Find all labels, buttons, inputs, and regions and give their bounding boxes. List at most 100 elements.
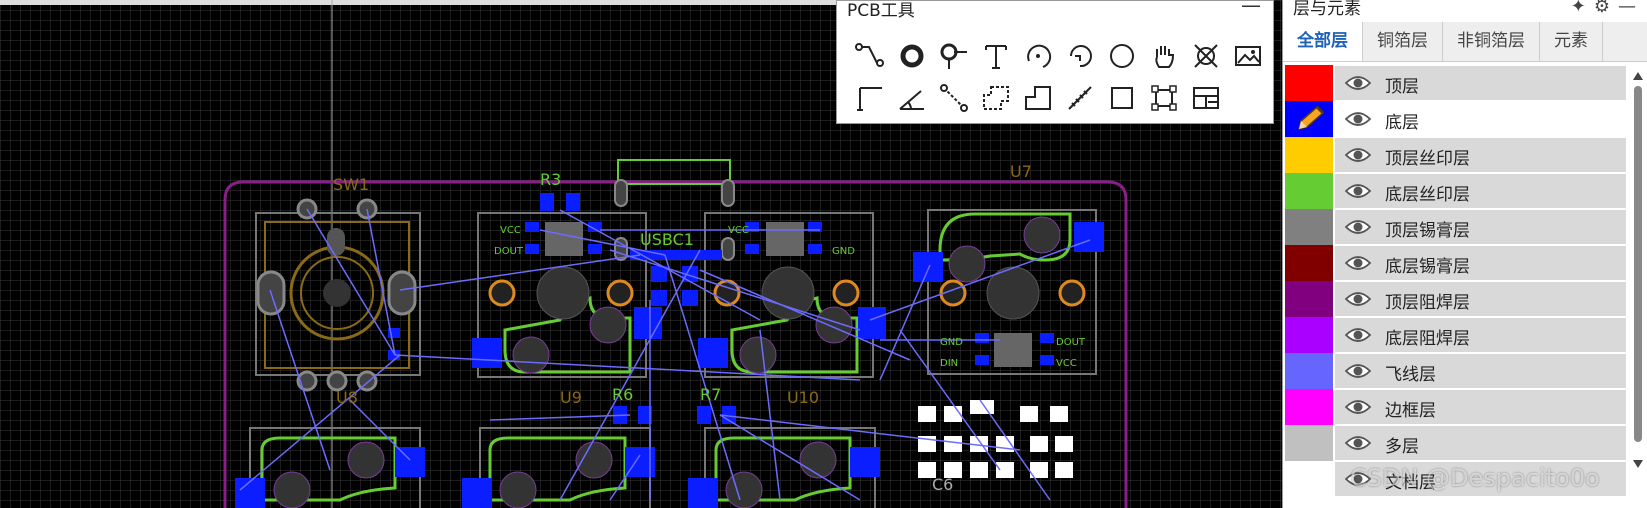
copper-pour-icon <box>1194 44 1218 68</box>
layout-tool-button[interactable] <box>1187 79 1225 117</box>
label-r6: R6 <box>612 385 633 404</box>
layers-panel: 层与元素 ✦⚙— 全部层 铜箔层 非铜箔层 元素 顶层 底层 顶层丝印层 底层丝印层顶… <box>1282 0 1647 508</box>
layer-row[interactable]: 底层 <box>1283 101 1626 137</box>
ruler <box>0 0 836 5</box>
layer-color-swatch[interactable] <box>1285 389 1333 425</box>
layer-row[interactable]: 边框层 <box>1283 389 1626 425</box>
measure-tool-button[interactable] <box>1061 79 1099 117</box>
layer-color-swatch[interactable] <box>1285 425 1333 461</box>
layer-color-swatch[interactable] <box>1285 317 1333 353</box>
eye-icon[interactable] <box>1345 74 1371 92</box>
layer-color-swatch[interactable] <box>1285 353 1333 389</box>
arc-icon <box>1070 45 1092 68</box>
text-tool-button[interactable] <box>977 37 1015 75</box>
layer-row[interactable]: 顶层 <box>1283 65 1626 101</box>
pin-dout-u9: DOUT <box>494 246 524 257</box>
eye-icon[interactable] <box>1345 146 1371 164</box>
layer-row[interactable]: 底层丝印层 <box>1283 173 1626 209</box>
layer-row[interactable]: 多层 <box>1283 425 1626 461</box>
layer-color-swatch[interactable] <box>1285 245 1333 281</box>
rectangle-icon <box>1111 87 1133 109</box>
eye-icon[interactable] <box>1345 290 1371 308</box>
label-u7: U7 <box>1010 162 1032 181</box>
eye-icon[interactable] <box>1345 110 1371 128</box>
image-tool-button[interactable] <box>1229 37 1267 75</box>
layer-row-body[interactable]: 多层 <box>1335 426 1626 460</box>
angle-tool-button[interactable] <box>893 79 931 117</box>
eye-icon[interactable] <box>1345 398 1371 416</box>
layer-row-body[interactable]: 顶层阻焊层 <box>1335 282 1626 316</box>
circle-tool-button[interactable] <box>1103 37 1141 75</box>
pin-gnd-u7: GND <box>940 337 963 348</box>
label-usbc1: USBC1 <box>640 230 694 249</box>
pin-icon[interactable]: ✦ <box>1571 0 1594 17</box>
layer-row[interactable]: 底层阻焊层 <box>1283 317 1626 353</box>
eye-icon[interactable] <box>1345 362 1371 380</box>
pad-tool-button[interactable] <box>893 37 931 75</box>
tab-non-copper-layers[interactable]: 非铜箔层 <box>1443 22 1540 61</box>
layer-name: 底层锡膏层 <box>1385 257 1470 277</box>
layer-row[interactable]: 顶层阻焊层 <box>1283 281 1626 317</box>
pcb-tools-panel: PCB工具 — <box>836 0 1274 124</box>
watermark: CSDN @Despacito0o <box>1350 464 1600 492</box>
layer-row[interactable]: 飞线层 <box>1283 353 1626 389</box>
tools-panel-title: PCB工具 <box>847 1 915 21</box>
eye-icon[interactable] <box>1345 254 1371 272</box>
layer-color-swatch[interactable] <box>1285 65 1333 101</box>
eye-icon[interactable] <box>1345 326 1371 344</box>
label-r7: R7 <box>700 385 721 404</box>
layer-scrollbar[interactable] <box>1632 72 1644 468</box>
layer-color-swatch[interactable] <box>1285 461 1333 497</box>
pin-vcc-u10: VCC <box>728 225 749 236</box>
layer-color-swatch[interactable] <box>1285 101 1333 137</box>
layer-row-body[interactable]: 底层 <box>1335 102 1626 136</box>
pan-tool-button[interactable] <box>1145 37 1183 75</box>
layer-row-body[interactable]: 顶层丝印层 <box>1335 138 1626 172</box>
layer-color-swatch[interactable] <box>1285 281 1333 317</box>
dimension-icon <box>857 87 882 111</box>
layer-row[interactable]: 顶层丝印层 <box>1283 137 1626 173</box>
layer-row-body[interactable]: 底层锡膏层 <box>1335 246 1626 280</box>
gear-icon[interactable]: ⚙ <box>1594 0 1618 17</box>
group-tool-button[interactable] <box>1145 79 1183 117</box>
layer-name: 顶层锡膏层 <box>1385 221 1470 241</box>
layer-row-body[interactable]: 底层丝印层 <box>1335 174 1626 208</box>
tab-all-layers[interactable]: 全部层 <box>1283 22 1363 61</box>
dimension-tool-button[interactable] <box>851 79 889 117</box>
image-icon <box>1235 46 1261 66</box>
solid-region-tool-button[interactable] <box>1019 79 1057 117</box>
eye-icon[interactable] <box>1345 218 1371 236</box>
via-tool-button[interactable] <box>935 37 973 75</box>
minimize-icon[interactable]: — <box>1618 0 1644 17</box>
pin-gnd-u10: GND <box>832 246 855 257</box>
layer-row-body[interactable]: 边框层 <box>1335 390 1626 424</box>
circle-icon <box>1110 44 1134 68</box>
layers-panel-title: 层与元素 <box>1293 0 1361 19</box>
layer-row[interactable]: 底层锡膏层 <box>1283 245 1626 281</box>
layer-row-body[interactable]: 顶层 <box>1335 66 1626 100</box>
copper-pour-tool-button[interactable] <box>1187 37 1225 75</box>
layer-color-swatch[interactable] <box>1285 209 1333 245</box>
label-u9: U9 <box>560 388 582 407</box>
eye-icon[interactable] <box>1345 182 1371 200</box>
arc-tool-button[interactable] <box>1061 37 1099 75</box>
pencil-icon <box>1297 105 1325 131</box>
tab-elements[interactable]: 元素 <box>1540 22 1603 61</box>
layer-row-body[interactable]: 飞线层 <box>1335 354 1626 388</box>
track-tool-button[interactable] <box>851 37 889 75</box>
measure-icon <box>1068 86 1092 110</box>
tab-copper-layers[interactable]: 铜箔层 <box>1363 22 1443 61</box>
arc-center-icon <box>1027 44 1052 68</box>
minimize-button[interactable]: — <box>1241 0 1261 17</box>
connect-tool-button[interactable] <box>935 79 973 117</box>
layer-row-body[interactable]: 顶层锡膏层 <box>1335 210 1626 244</box>
eye-icon[interactable] <box>1345 434 1371 452</box>
pin-dout-u7: DOUT <box>1056 337 1086 348</box>
arc-center-tool-button[interactable] <box>1019 37 1057 75</box>
region-tool-button[interactable] <box>977 79 1015 117</box>
layer-color-swatch[interactable] <box>1285 173 1333 209</box>
layer-color-swatch[interactable] <box>1285 137 1333 173</box>
rectangle-tool-button[interactable] <box>1103 79 1141 117</box>
layer-row[interactable]: 顶层锡膏层 <box>1283 209 1626 245</box>
layer-row-body[interactable]: 底层阻焊层 <box>1335 318 1626 352</box>
